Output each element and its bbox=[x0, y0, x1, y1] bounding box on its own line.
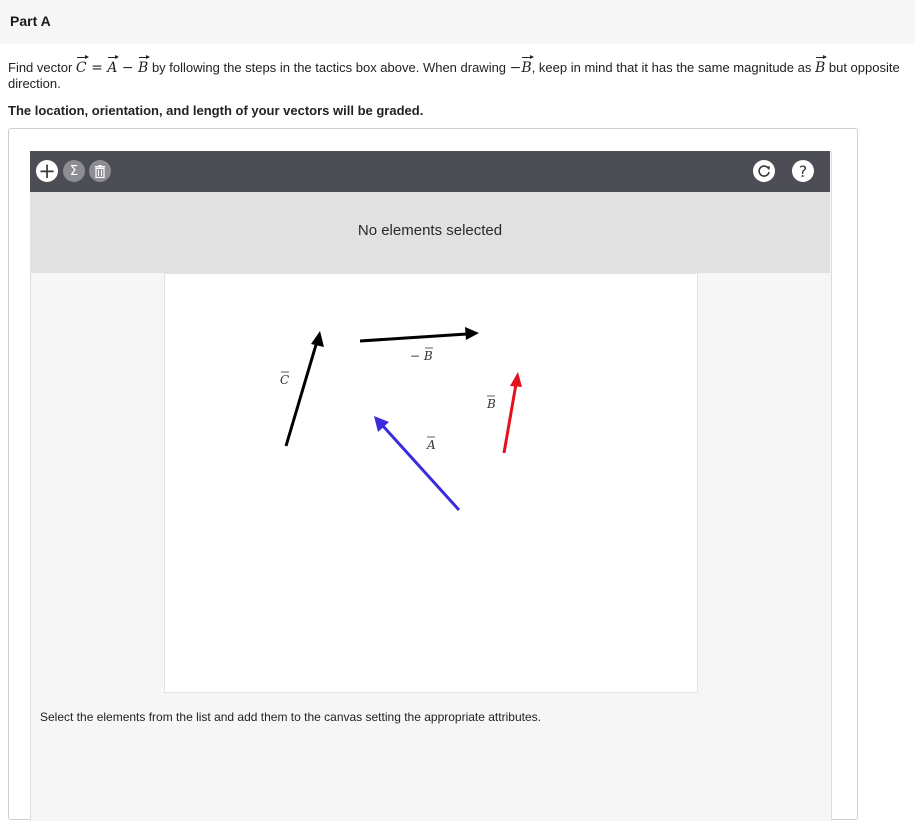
eq-vector-a: A bbox=[107, 55, 120, 76]
prompt-after-neg: , keep in mind that it has the same magn… bbox=[531, 60, 815, 75]
plus-icon: + bbox=[38, 159, 56, 183]
drawing-toolbar: + Σ ? bbox=[30, 151, 830, 192]
help-icon: ? bbox=[798, 161, 808, 181]
vector-sum-button[interactable]: Σ bbox=[63, 160, 85, 182]
canvas-instructions: Select the elements from the list and ad… bbox=[40, 710, 541, 724]
vector-canvas-svg: C − B A B bbox=[280, 327, 522, 512]
prompt-middle: by following the steps in the tactics bo… bbox=[148, 60, 510, 75]
neg-vector-b: B bbox=[521, 55, 535, 76]
vector-c[interactable] bbox=[284, 331, 324, 447]
prompt-intro: Find vector bbox=[8, 60, 76, 75]
neg-b-expression: −B bbox=[509, 55, 535, 76]
help-button[interactable]: ? bbox=[792, 160, 814, 182]
grading-note: The location, orientation, and length of… bbox=[8, 103, 424, 118]
vector-c-label: C bbox=[280, 373, 289, 387]
drawing-canvas[interactable]: C − B A B bbox=[164, 273, 698, 693]
eq-vector-b: B bbox=[138, 55, 151, 76]
same-vector-b: B bbox=[814, 55, 828, 76]
vector-a[interactable] bbox=[374, 416, 461, 512]
trash-icon bbox=[95, 164, 105, 178]
eq-vector-c: C bbox=[75, 55, 89, 76]
part-header: Part A bbox=[0, 0, 915, 44]
vector-b[interactable] bbox=[502, 372, 522, 454]
vector-a-label: A bbox=[426, 438, 436, 452]
delete-button[interactable] bbox=[89, 160, 111, 182]
selection-status: No elements selected bbox=[357, 222, 503, 239]
eq-equals: = bbox=[86, 60, 108, 76]
vector-neg-b[interactable] bbox=[359, 327, 479, 343]
equation: C = A − B bbox=[75, 55, 151, 76]
vector-b-label: B bbox=[486, 397, 496, 411]
eq-minus: − bbox=[117, 60, 139, 76]
vector-neg-b-label: − B bbox=[410, 349, 433, 363]
part-title: Part A bbox=[10, 13, 51, 29]
reset-button[interactable] bbox=[753, 160, 775, 182]
sigma-icon: Σ bbox=[69, 163, 79, 179]
selection-status-bar: No elements selected bbox=[30, 192, 830, 273]
reset-icon bbox=[758, 165, 770, 177]
neg-sign: − bbox=[509, 60, 522, 76]
question-prompt: Find vector C = A − B by following the s… bbox=[8, 55, 913, 92]
add-element-button[interactable]: + bbox=[36, 160, 58, 182]
